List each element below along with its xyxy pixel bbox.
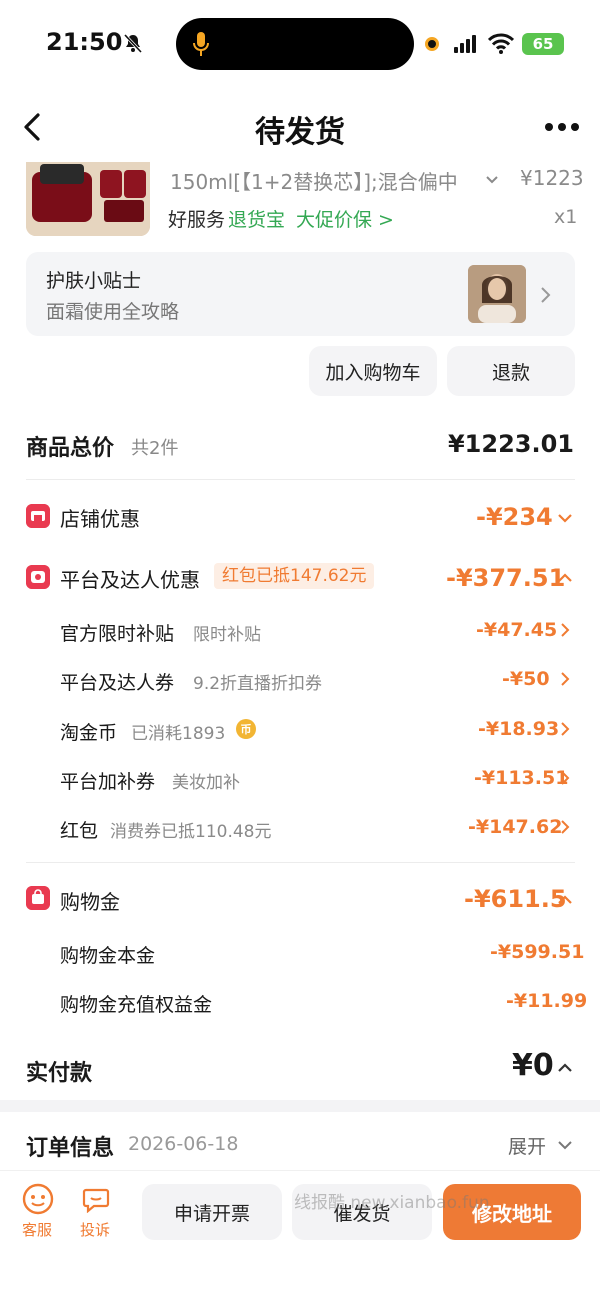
chevron-right-icon[interactable] xyxy=(540,286,552,304)
chevron-right-icon[interactable] xyxy=(560,721,570,737)
tips-subtitle: 面霜使用全攻略 xyxy=(46,301,180,323)
discount-item-label: 平台加补券 xyxy=(60,771,156,793)
status-time: 21:50 xyxy=(46,28,123,56)
chevron-right-icon[interactable] xyxy=(560,770,570,786)
discount-item-value[interactable]: -¥18.93 xyxy=(478,718,559,740)
microphone-icon xyxy=(193,32,209,56)
store-discount-label: 店铺优惠 xyxy=(60,507,140,531)
service-price-protect[interactable]: 大促价保 > xyxy=(296,205,394,232)
coin-icon: 币 xyxy=(236,719,256,739)
discount-item-note: 美妆加补 xyxy=(172,773,240,793)
signal-icon xyxy=(454,35,476,53)
discount-item-value[interactable]: -¥47.45 xyxy=(476,619,557,641)
watermark: 线报酷 new.xianbao.fun xyxy=(294,1193,490,1213)
shopping-money-item-label: 购物金本金 xyxy=(60,945,156,967)
store-icon xyxy=(26,504,50,528)
battery-indicator: 65 xyxy=(522,33,564,55)
dynamic-island xyxy=(176,18,414,70)
chevron-down-icon[interactable] xyxy=(484,172,500,188)
refund-button[interactable]: 退款 xyxy=(447,346,575,396)
product-spec[interactable]: 150ml[【1+2替换芯】];混合偏中 xyxy=(170,166,470,195)
tips-thumbnail xyxy=(468,265,526,323)
discount-item-value[interactable]: -¥50 xyxy=(502,668,550,690)
discount-item-value[interactable]: -¥147.62 xyxy=(468,816,562,838)
divider xyxy=(26,862,575,863)
chevron-down-icon[interactable] xyxy=(557,1137,573,1153)
shopping-money-item-value: -¥11.99 xyxy=(506,990,588,1012)
chevron-down-icon[interactable] xyxy=(557,510,573,526)
discount-item-label: 官方限时补贴 xyxy=(60,623,175,645)
discount-item-value[interactable]: -¥113.51 xyxy=(474,767,568,789)
recording-dot-icon xyxy=(425,37,439,51)
store-discount-value[interactable]: -¥234 xyxy=(476,503,553,531)
complaint-icon[interactable] xyxy=(82,1185,110,1213)
discount-item-note: 9.2折直播折扣券 xyxy=(193,674,323,694)
chevron-right-icon[interactable] xyxy=(560,622,570,638)
product-price: ¥1223 xyxy=(520,166,584,190)
product-quantity: x1 xyxy=(554,206,578,228)
complaint-label[interactable]: 投诉 xyxy=(80,1219,110,1240)
wifi-icon xyxy=(488,33,514,54)
goods-total-value: ¥1223.01 xyxy=(447,430,574,458)
chevron-right-icon[interactable] xyxy=(560,671,570,687)
chevron-right-icon[interactable] xyxy=(560,819,570,835)
shopping-money-item-label: 购物金充值权益金 xyxy=(60,994,213,1016)
platform-discount-label: 平台及达人优惠 xyxy=(60,568,200,592)
discount-item-label: 红包 xyxy=(60,820,99,842)
shopping-bag-icon xyxy=(26,886,50,910)
order-info-label: 订单信息 xyxy=(26,1136,115,1161)
discount-item-label: 平台及达人券 xyxy=(60,672,175,694)
goods-count: 共2件 xyxy=(131,438,179,459)
service-return-badge: 退货宝 xyxy=(228,209,286,231)
paid-amount-value[interactable]: ¥0 xyxy=(512,1048,554,1083)
shopping-money-item-value: -¥599.51 xyxy=(490,941,585,963)
shopping-money-label: 购物金 xyxy=(60,890,120,914)
chevron-up-icon[interactable] xyxy=(557,892,573,908)
red-packet-badge: 红包已抵147.62元 xyxy=(214,563,375,589)
product-image[interactable] xyxy=(26,162,150,236)
request-invoice-button[interactable]: 申请开票 xyxy=(142,1184,282,1240)
paid-amount-label: 实付款 xyxy=(26,1061,93,1086)
bell-muted-icon xyxy=(123,33,143,54)
platform-discount-value[interactable]: -¥377.51 xyxy=(446,564,565,592)
discount-item-note: 限时补贴 xyxy=(193,625,261,645)
discount-item-label: 淘金币 xyxy=(60,722,118,744)
section-separator xyxy=(0,1100,600,1112)
customer-service-label[interactable]: 客服 xyxy=(22,1219,52,1240)
chevron-up-icon[interactable] xyxy=(557,570,573,586)
customer-service-icon[interactable] xyxy=(22,1183,54,1215)
shopping-money-value[interactable]: -¥611.5 xyxy=(464,885,567,913)
coupon-icon xyxy=(26,565,50,589)
tips-title: 护肤小贴士 xyxy=(46,270,142,292)
divider xyxy=(26,479,575,480)
expand-button[interactable]: 展开 xyxy=(508,1132,546,1159)
add-to-cart-button[interactable]: 加入购物车 xyxy=(309,346,437,396)
chevron-up-icon[interactable] xyxy=(557,1060,573,1076)
service-good-badge: 好服务 xyxy=(168,209,226,231)
discount-item-note: 已消耗1893 xyxy=(131,724,226,744)
discount-item-note: 消费券已抵110.48元 xyxy=(110,822,272,842)
order-date: 2026-06-18 xyxy=(128,1133,239,1155)
more-icon[interactable] xyxy=(544,122,580,132)
page-title: 待发货 xyxy=(255,115,345,150)
goods-total-label: 商品总价 xyxy=(26,436,115,461)
